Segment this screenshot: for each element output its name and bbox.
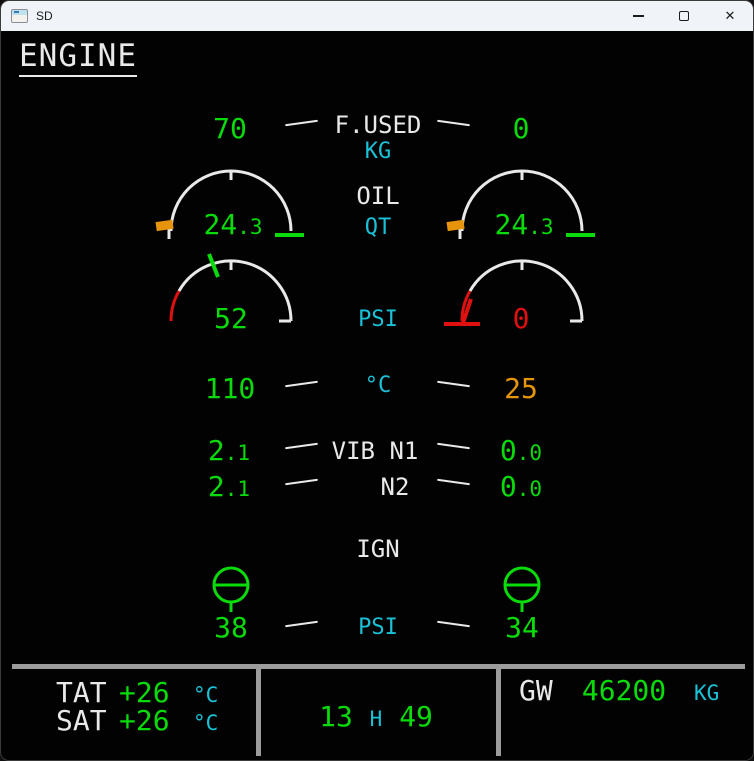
dash [285,381,318,388]
ign-press-eng1: 38 [214,614,248,642]
oil-label: OIL [356,184,399,208]
maximize-button[interactable] [661,1,707,31]
minimize-button[interactable] [615,1,661,31]
dash [437,120,470,127]
sat-unit: °C [193,711,218,735]
dash [285,443,318,450]
vib-n1-label: VIB N1 [332,439,419,463]
titlebar[interactable]: SD ✕ [1,1,753,31]
fuel-used-label: F.USED [335,113,422,137]
tat-value: +26 [119,679,170,707]
ign-label: IGN [356,537,399,561]
tat-unit: °C [193,683,218,707]
dash [437,381,470,388]
status-bar-divider-right [496,669,501,756]
vib-n2-eng1: 2.1 [208,473,250,501]
maximize-icon [679,11,689,21]
oil-unit: QT [365,217,392,239]
ign-press-eng2: 34 [505,614,539,642]
app-window: SD ✕ ENGINE 70 F.USED 0 KG [0,0,754,761]
starter-valve-eng2-icon [502,565,544,615]
status-bar-divider-top [12,664,745,669]
fuel-used-eng2: 0 [513,115,530,143]
vib-n1-eng2: 0.0 [500,437,542,465]
oil-temp-eng1: 110 [205,375,256,403]
gw-unit: KG [694,681,719,705]
dash [437,621,470,628]
oil-press-eng2: 0 [513,305,530,333]
dash [285,621,318,628]
dash [285,120,318,127]
vib-n2-eng2: 0.0 [500,473,542,501]
starter-valve-eng1-icon [211,565,253,615]
vib-n1-eng1: 2.1 [208,437,250,465]
tat-label: TAT [56,679,107,707]
oil-temp-eng2: 25 [504,375,538,403]
oil-qty-eng1: 24.3 [203,211,262,239]
dash [437,443,470,450]
minimize-icon [633,15,644,17]
close-icon: ✕ [725,9,736,24]
oil-qty-eng2: 24.3 [494,211,553,239]
oil-temp-unit: °C [365,375,392,397]
close-button[interactable]: ✕ [707,1,753,31]
clock: 13 H 49 [319,703,433,731]
oil-press-eng1: 52 [214,305,248,333]
gw-value: 46200 [582,677,666,705]
window-title: SD [36,9,53,23]
fuel-used-eng1: 70 [213,115,247,143]
app-icon [11,9,28,23]
dash [285,479,318,486]
gw-label: GW [519,677,553,705]
sat-value: +26 [119,707,170,735]
oil-press-unit: PSI [358,309,398,331]
vib-n2-label: N2 [381,475,410,499]
fuel-used-unit: KG [365,141,392,163]
page-title: ENGINE [19,41,137,77]
status-bar-divider-left [256,669,261,756]
sat-label: SAT [56,707,107,735]
ecam-sd-engine-page: ENGINE 70 F.USED 0 KG 24.3 24.3 OIL QT [1,31,753,761]
ign-press-unit: PSI [358,617,398,639]
dash [437,479,470,486]
